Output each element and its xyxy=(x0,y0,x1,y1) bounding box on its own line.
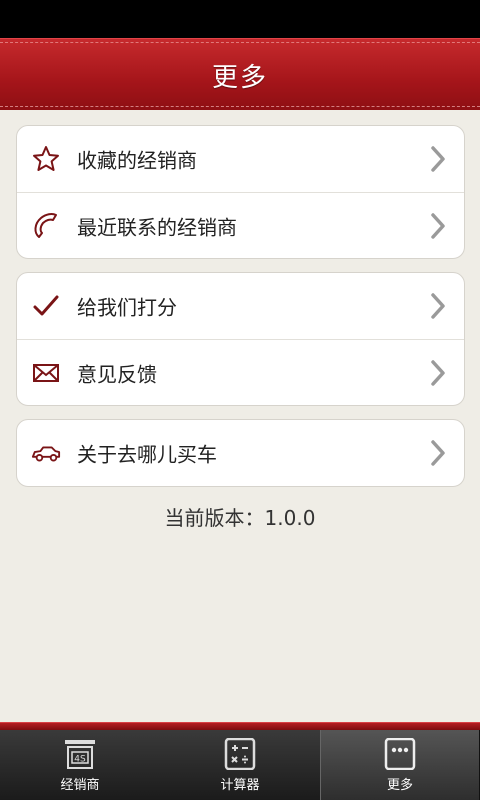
status-bar xyxy=(0,0,480,38)
tab-label: 计算器 xyxy=(220,778,260,793)
menu-item-about[interactable]: 关于去哪儿买车 xyxy=(17,420,464,486)
more-icon xyxy=(384,738,416,770)
chevron-right-icon xyxy=(431,146,445,172)
phone-icon xyxy=(31,211,61,241)
menu-group-about: 关于去哪儿买车 xyxy=(16,419,465,487)
menu-group-feedback: 给我们打分 意见反馈 xyxy=(16,272,465,406)
menu-item-label: 意见反馈 xyxy=(77,362,157,386)
chevron-right-icon xyxy=(431,293,445,319)
envelope-icon xyxy=(31,358,61,388)
tabbar-divider xyxy=(0,722,480,730)
header-bar: 更多 xyxy=(0,38,480,110)
page-title: 更多 xyxy=(211,63,268,93)
tab-dealers[interactable]: 4S 经销商 xyxy=(0,730,160,800)
menu-item-label: 关于去哪儿买车 xyxy=(77,442,217,467)
menu-item-feedback[interactable]: 意见反馈 xyxy=(17,339,464,405)
version-label: 当前版本：1.0.0 xyxy=(164,506,316,530)
menu-item-label: 最近联系的经销商 xyxy=(77,215,237,239)
dealer-4s-icon: 4S xyxy=(65,740,95,769)
menu-item-rate-us[interactable]: 给我们打分 xyxy=(17,273,464,339)
calculator-icon xyxy=(224,738,256,770)
menu-item-label: 给我们打分 xyxy=(77,295,177,320)
tab-more[interactable]: 更多 xyxy=(320,730,480,800)
svg-text:4S: 4S xyxy=(74,755,86,765)
chevron-right-icon xyxy=(431,212,445,239)
menu-item-favorite-dealers[interactable]: 收藏的经销商 xyxy=(17,126,464,192)
checkmark-icon xyxy=(31,291,61,321)
tab-label: 经销商 xyxy=(60,778,100,793)
chevron-right-icon xyxy=(431,440,445,466)
menu-item-label: 收藏的经销商 xyxy=(77,148,197,173)
tab-calculator[interactable]: 计算器 xyxy=(160,730,320,800)
menu-group-dealers: 收藏的经销商 最近联系的经销商 xyxy=(16,125,465,259)
menu-item-recent-dealers[interactable]: 最近联系的经销商 xyxy=(17,192,464,258)
chevron-right-icon xyxy=(431,359,445,386)
car-icon xyxy=(31,438,61,468)
tab-label: 更多 xyxy=(386,778,413,793)
star-icon xyxy=(31,144,61,174)
tab-bar: 4S 经销商 计算器 更多 xyxy=(0,730,480,800)
